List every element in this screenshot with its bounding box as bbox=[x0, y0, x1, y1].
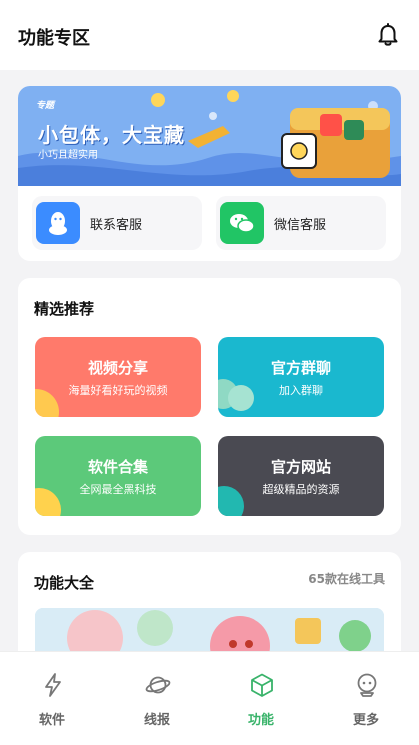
banner-tag: 专题 bbox=[36, 101, 55, 111]
tile-video-share[interactable]: 视频分享 海量好看好玩的视频 bbox=[35, 337, 201, 417]
page-title: 功能专区 bbox=[18, 28, 90, 49]
featured-title: 精选推荐 bbox=[34, 300, 95, 318]
bottom-tab-bar: 软件 线报 功能 更多 bbox=[0, 651, 419, 745]
qq-icon bbox=[36, 202, 80, 244]
cube-icon bbox=[251, 673, 273, 697]
tile-title: 视频分享 bbox=[87, 359, 148, 377]
tile-software-collection[interactable]: 软件合集 全网最全黑科技 bbox=[35, 436, 201, 516]
lightning-icon bbox=[45, 673, 61, 697]
wechat-support-button[interactable]: 微信客服 bbox=[216, 196, 386, 250]
tab-software[interactable]: 软件 bbox=[0, 652, 104, 745]
tab-label: 软件 bbox=[38, 713, 65, 728]
tab-label: 功能 bbox=[247, 713, 274, 728]
tile-subtitle: 超级精品的资源 bbox=[262, 483, 340, 496]
tile-official-website[interactable]: 官方网站 超级精品的资源 bbox=[218, 436, 384, 516]
top-header: 功能专区 bbox=[0, 0, 419, 70]
featured-card: 精选推荐 视频分享 海量好看好玩的视频 官方群聊 加入群聊 软件合集 全网最全黑… bbox=[18, 278, 401, 535]
tab-label: 线报 bbox=[143, 713, 170, 728]
tools-count[interactable]: 65款在线工具 bbox=[308, 570, 385, 587]
tab-more[interactable]: 更多 bbox=[314, 652, 418, 745]
planet-icon bbox=[145, 676, 171, 694]
robot-icon bbox=[357, 673, 377, 697]
banner-headline: 小包体，大宝藏 bbox=[38, 123, 185, 147]
tab-features[interactable]: 功能 bbox=[209, 652, 313, 745]
promo-banner[interactable]: 专题 小包体，大宝藏 小巧且超实用 bbox=[18, 86, 401, 186]
banner-subline: 小巧且超实用 bbox=[38, 150, 98, 161]
tile-title: 软件合集 bbox=[87, 458, 148, 476]
wechat-support-label: 微信客服 bbox=[274, 218, 327, 233]
tile-title: 官方网站 bbox=[270, 458, 331, 476]
promo-card: 专题 小包体，大宝藏 小巧且超实用 联系客服 微信客服 bbox=[18, 86, 401, 261]
tab-label: 更多 bbox=[352, 713, 379, 728]
contact-support-label: 联系客服 bbox=[90, 218, 143, 233]
tile-subtitle: 全网最全黑科技 bbox=[79, 483, 157, 496]
tile-official-group[interactable]: 官方群聊 加入群聊 bbox=[218, 337, 384, 417]
tab-deals[interactable]: 线报 bbox=[105, 652, 209, 745]
bell-icon[interactable] bbox=[375, 22, 401, 48]
tools-title: 功能大全 bbox=[34, 574, 95, 592]
tile-subtitle: 海量好看好玩的视频 bbox=[68, 384, 168, 397]
tile-title: 官方群聊 bbox=[270, 359, 331, 377]
wechat-icon bbox=[220, 202, 264, 244]
tile-subtitle: 加入群聊 bbox=[279, 384, 323, 397]
contact-support-button[interactable]: 联系客服 bbox=[32, 196, 202, 250]
